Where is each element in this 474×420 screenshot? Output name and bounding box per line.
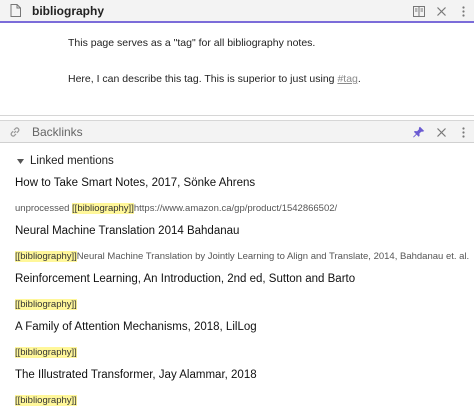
note-title[interactable]: bibliography xyxy=(32,4,104,18)
active-pane-indicator xyxy=(0,21,474,23)
note-paragraph: Here, I can describe this tag. This is s… xyxy=(68,72,474,86)
backlink-title[interactable]: How to Take Smart Notes, 2017, Sönke Ahr… xyxy=(15,177,474,193)
caret-down-icon[interactable] xyxy=(14,155,26,167)
link-icon xyxy=(6,123,24,141)
backlinks-header: Backlinks xyxy=(0,121,474,143)
note-pane-header: bibliography xyxy=(0,0,474,23)
linked-mentions-label: Linked mentions xyxy=(30,155,114,167)
more-vertical-icon[interactable] xyxy=(456,4,470,18)
backlinks-title: Backlinks xyxy=(32,124,83,139)
backlink-item: Reinforcement Learning, An Introduction,… xyxy=(15,273,474,311)
backlink-context[interactable]: [[bibliography]] xyxy=(15,299,474,311)
backlink-title[interactable]: A Family of Attention Mechanisms, 2018, … xyxy=(15,321,474,337)
backlink-context[interactable]: [[bibliography]]Neural Machine Translati… xyxy=(15,251,474,263)
backlink-item: How to Take Smart Notes, 2017, Sönke Ahr… xyxy=(15,177,474,215)
pin-icon[interactable] xyxy=(412,125,426,139)
backlink-context[interactable]: unprocessed [[bibliography]]https://www.… xyxy=(15,203,474,215)
context-text: Neural Machine Translation by Jointly Le… xyxy=(76,251,470,262)
linked-mentions-toggle[interactable]: Linked mentions xyxy=(14,155,474,167)
backlinks-actions xyxy=(412,121,470,143)
backlink-title[interactable]: Neural Machine Translation 2014 Bahdanau xyxy=(15,225,474,241)
more-vertical-icon[interactable] xyxy=(456,125,470,139)
context-text: https://www.amazon.ca/gp/product/1542866… xyxy=(133,203,338,214)
highlighted-link[interactable]: [[bibliography]] xyxy=(15,251,77,262)
book-open-icon[interactable] xyxy=(412,4,426,18)
backlink-item: The Illustrated Transformer, Jay Alammar… xyxy=(15,369,474,407)
backlink-context[interactable]: [[bibliography]] xyxy=(15,395,474,407)
note-body[interactable]: This page serves as a "tag" for all bibl… xyxy=(0,22,474,86)
backlink-title[interactable]: The Illustrated Transformer, Jay Alammar… xyxy=(15,369,474,385)
note-pane-actions xyxy=(412,0,470,22)
backlink-item: Neural Machine Translation 2014 Bahdanau… xyxy=(15,225,474,263)
note-pane: bibliography This page serves as a "tag"… xyxy=(0,0,474,116)
note-text: . xyxy=(357,73,361,85)
backlink-context[interactable]: [[bibliography]] xyxy=(15,347,474,359)
close-icon[interactable] xyxy=(434,125,448,139)
highlighted-link[interactable]: [[bibliography]] xyxy=(15,299,77,310)
context-text: unprocessed xyxy=(15,203,73,214)
tag-link[interactable]: #tag xyxy=(337,73,357,85)
backlink-title[interactable]: Reinforcement Learning, An Introduction,… xyxy=(15,273,474,289)
backlink-item: A Family of Attention Mechanisms, 2018, … xyxy=(15,321,474,359)
note-text: Here, I can describe this tag. This is s… xyxy=(68,73,338,85)
highlighted-link[interactable]: [[bibliography]] xyxy=(72,203,134,214)
highlighted-link[interactable]: [[bibliography]] xyxy=(15,395,77,406)
note-paragraph: This page serves as a "tag" for all bibl… xyxy=(68,37,316,49)
file-icon[interactable] xyxy=(6,2,24,20)
highlighted-link[interactable]: [[bibliography]] xyxy=(15,347,77,358)
close-icon[interactable] xyxy=(434,4,448,18)
backlinks-pane: Backlinks Linked mentions How to Take Sm… xyxy=(0,120,474,420)
